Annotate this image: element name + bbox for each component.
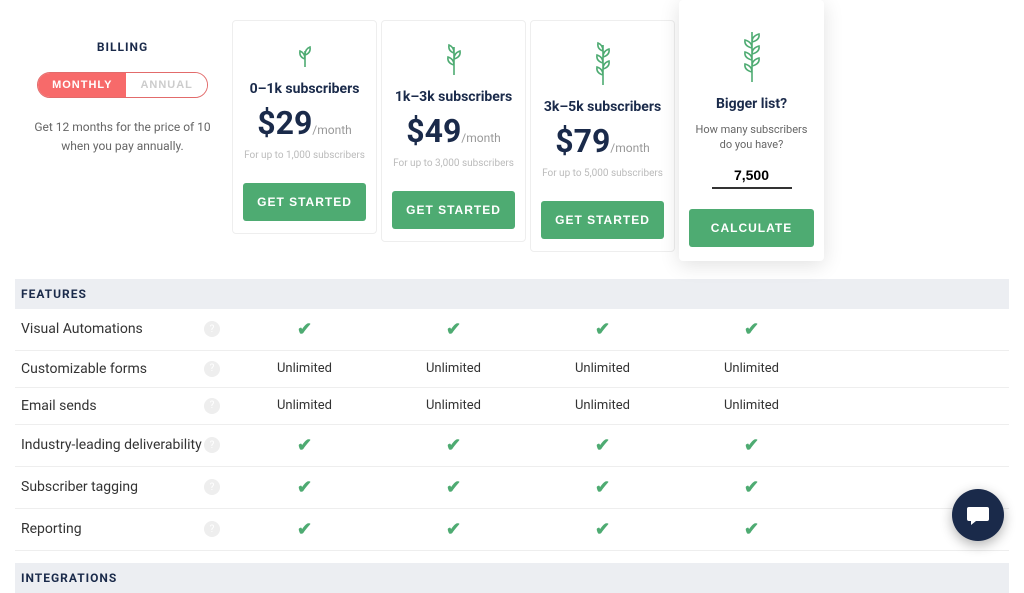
chat-widget[interactable]	[952, 489, 1004, 541]
billing-heading: BILLING	[25, 40, 220, 54]
feature-cell: ✔	[528, 309, 677, 350]
plan-title: 1k–3k subscribers	[392, 89, 515, 105]
plant-icon	[541, 41, 664, 89]
per-month: /month	[312, 123, 351, 137]
info-icon[interactable]: ?	[204, 361, 220, 377]
feature-cell: ✔	[230, 467, 379, 508]
feature-cell: ✔	[677, 509, 826, 550]
plan-title: 3k–5k subscribers	[541, 99, 664, 115]
per-month: /month	[461, 131, 500, 145]
feature-cell: ✔	[379, 309, 528, 350]
feature-cell: ✔	[528, 425, 677, 466]
check-icon: ✔	[446, 477, 461, 498]
plan-price: $49	[406, 112, 461, 150]
feature-row: Visual Automations? ✔ ✔ ✔ ✔	[15, 309, 1009, 351]
plant-icon	[392, 41, 515, 79]
feature-cell: ✔	[230, 509, 379, 550]
feature-cell: ✔	[230, 425, 379, 466]
check-icon: ✔	[595, 435, 610, 456]
info-icon[interactable]: ?	[204, 479, 220, 495]
calculator-card: Bigger list? How many subscribers do you…	[679, 0, 824, 261]
plan-3: 3k–5k subscribers $79/month For up to 5,…	[530, 20, 675, 252]
plant-icon	[689, 30, 814, 86]
plan-subtitle: For up to 3,000 subscribers	[392, 157, 515, 171]
feature-row: Industry-leading deliverability? ✔ ✔ ✔ ✔	[15, 425, 1009, 467]
billing-toggle: MONTHLY ANNUAL	[37, 72, 208, 98]
feature-cell: ✔	[677, 425, 826, 466]
integrations-header: INTEGRATIONS	[15, 563, 1009, 593]
feature-cell: ✔	[379, 467, 528, 508]
plant-icon	[243, 41, 366, 71]
feature-cell: Unlimited	[379, 388, 528, 423]
feature-cell: ✔	[528, 467, 677, 508]
feature-cell: ✔	[230, 309, 379, 350]
check-icon: ✔	[297, 519, 312, 540]
feature-label: Reporting?	[15, 511, 230, 547]
calc-title: Bigger list?	[689, 96, 814, 112]
check-icon: ✔	[744, 435, 759, 456]
features-header: FEATURES	[15, 279, 1009, 309]
get-started-button[interactable]: GET STARTED	[392, 191, 515, 229]
check-icon: ✔	[595, 477, 610, 498]
billing-column: BILLING MONTHLY ANNUAL Get 12 months for…	[15, 0, 230, 166]
info-icon[interactable]: ?	[204, 521, 220, 537]
feature-cell: Unlimited	[677, 388, 826, 423]
feature-row: Reporting? ✔ ✔ ✔ ✔	[15, 509, 1009, 551]
check-icon: ✔	[446, 319, 461, 340]
info-icon[interactable]: ?	[204, 321, 220, 337]
feature-cell: ✔	[528, 509, 677, 550]
calc-question: How many subscribers do you have?	[689, 122, 814, 153]
feature-row: Subscriber tagging? ✔ ✔ ✔ ✔	[15, 467, 1009, 509]
per-month: /month	[610, 141, 649, 155]
toggle-monthly[interactable]: MONTHLY	[38, 73, 126, 97]
toggle-annual[interactable]: ANNUAL	[126, 73, 206, 97]
get-started-button[interactable]: GET STARTED	[243, 183, 366, 221]
feature-cell: Unlimited	[230, 388, 379, 423]
check-icon: ✔	[446, 435, 461, 456]
feature-cell: Unlimited	[677, 351, 826, 386]
subscriber-count-input[interactable]	[712, 163, 792, 189]
billing-note: Get 12 months for the price of 10 when y…	[25, 118, 220, 156]
feature-row: Email sends?UnlimitedUnlimitedUnlimitedU…	[15, 388, 1009, 425]
check-icon: ✔	[446, 519, 461, 540]
get-started-button[interactable]: GET STARTED	[541, 201, 664, 239]
check-icon: ✔	[595, 319, 610, 340]
check-icon: ✔	[744, 319, 759, 340]
feature-cell: ✔	[677, 309, 826, 350]
feature-row: Customizable forms?UnlimitedUnlimitedUnl…	[15, 351, 1009, 388]
check-icon: ✔	[297, 319, 312, 340]
check-icon: ✔	[744, 477, 759, 498]
plan-2: 1k–3k subscribers $49/month For up to 3,…	[381, 20, 526, 242]
feature-label: Subscriber tagging?	[15, 469, 230, 505]
feature-cell: ✔	[379, 509, 528, 550]
chat-icon	[965, 502, 991, 528]
check-icon: ✔	[744, 519, 759, 540]
plan-1: 0–1k subscribers $29/month For up to 1,0…	[232, 20, 377, 234]
feature-cell: Unlimited	[528, 388, 677, 423]
feature-label: Customizable forms?	[15, 351, 230, 387]
feature-label: Industry-leading deliverability?	[15, 427, 230, 463]
feature-label: Visual Automations?	[15, 311, 230, 347]
feature-cell: Unlimited	[379, 351, 528, 386]
calculate-button[interactable]: CALCULATE	[689, 209, 814, 247]
check-icon: ✔	[297, 477, 312, 498]
plan-subtitle: For up to 1,000 subscribers	[243, 149, 366, 163]
feature-cell: Unlimited	[528, 351, 677, 386]
check-icon: ✔	[297, 435, 312, 456]
plan-subtitle: For up to 5,000 subscribers	[541, 167, 664, 181]
info-icon[interactable]: ?	[204, 398, 220, 414]
feature-cell: Unlimited	[230, 351, 379, 386]
info-icon[interactable]: ?	[204, 437, 220, 453]
plan-title: 0–1k subscribers	[243, 81, 366, 97]
check-icon: ✔	[595, 519, 610, 540]
plan-price: $29	[257, 104, 312, 142]
feature-label: Email sends?	[15, 388, 230, 424]
plan-price: $79	[555, 122, 610, 160]
feature-cell: ✔	[677, 467, 826, 508]
feature-cell: ✔	[379, 425, 528, 466]
